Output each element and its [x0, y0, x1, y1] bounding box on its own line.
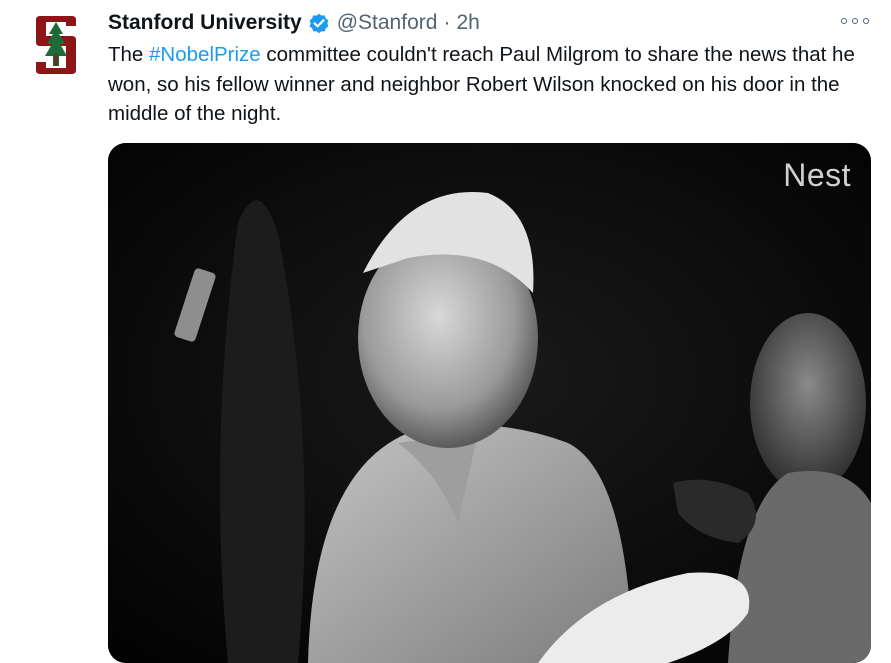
tweet: Stanford University @Stanford · 2h The #…	[0, 0, 891, 663]
stanford-tree-icon	[36, 16, 76, 74]
hashtag-link[interactable]: #NobelPrize	[149, 43, 261, 66]
night-vision-scene	[108, 143, 871, 663]
more-dot	[863, 18, 869, 24]
more-options-icon[interactable]	[841, 13, 869, 29]
display-name[interactable]: Stanford University	[108, 10, 302, 36]
more-dot	[841, 18, 847, 24]
timestamp[interactable]: 2h	[456, 10, 479, 36]
tweet-media-image[interactable]: Nest	[108, 143, 871, 663]
nest-watermark: Nest	[783, 157, 851, 193]
tweet-header: Stanford University @Stanford · 2h	[108, 10, 480, 36]
user-handle[interactable]: @Stanford	[337, 10, 438, 36]
separator-dot: ·	[443, 11, 451, 34]
tweet-text: The #NobelPrize committee couldn't reach…	[108, 40, 878, 129]
more-dot	[852, 18, 858, 24]
verified-badge-icon	[309, 13, 329, 34]
tweet-text-before: The	[108, 43, 150, 66]
stanford-logo-avatar[interactable]	[34, 14, 78, 76]
